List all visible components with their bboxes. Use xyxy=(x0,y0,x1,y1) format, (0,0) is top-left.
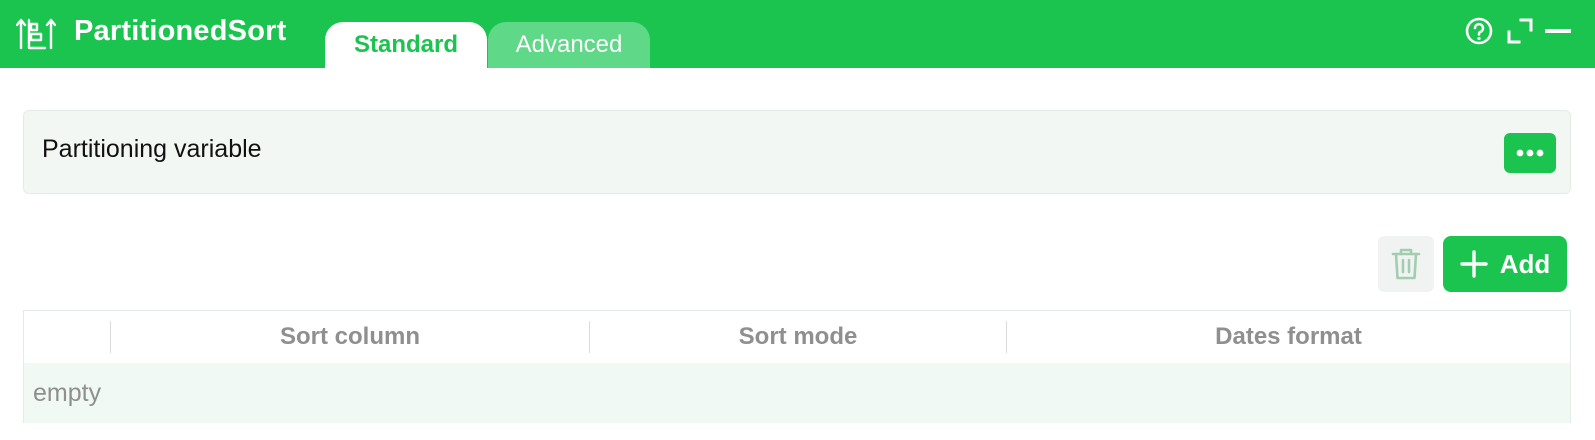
minimize-icon[interactable] xyxy=(1541,14,1575,48)
app-header: PartitionedSort Standard Advanced xyxy=(0,0,1595,68)
more-options-button[interactable] xyxy=(1504,133,1556,173)
partitioning-variable-panel: Partitioning variable xyxy=(23,110,1571,194)
column-header-select[interactable] xyxy=(24,311,110,363)
plus-icon xyxy=(1460,250,1488,278)
sort-ascending-icon xyxy=(16,18,56,50)
column-header-sort-mode[interactable]: Sort mode xyxy=(590,311,1006,363)
trash-icon xyxy=(1391,248,1421,280)
sort-table: Sort column Sort mode Dates format empty xyxy=(23,310,1571,423)
table-body: empty xyxy=(24,363,1570,423)
more-options-icon xyxy=(1516,149,1544,157)
tab-standard[interactable]: Standard xyxy=(325,22,487,68)
expand-icon[interactable] xyxy=(1503,14,1537,48)
table-header: Sort column Sort mode Dates format xyxy=(24,311,1570,363)
partitioning-variable-label: Partitioning variable xyxy=(42,135,262,163)
column-header-dates-format[interactable]: Dates format xyxy=(1007,311,1570,363)
tab-advanced[interactable]: Advanced xyxy=(488,22,650,68)
add-button-label: Add xyxy=(1499,248,1551,279)
delete-button[interactable] xyxy=(1378,236,1434,292)
app-title: PartitionedSort xyxy=(74,15,287,47)
add-button[interactable]: Add xyxy=(1443,236,1567,292)
help-icon[interactable] xyxy=(1462,14,1496,48)
column-header-sort-column[interactable]: Sort column xyxy=(111,311,589,363)
empty-placeholder: empty xyxy=(33,379,102,407)
